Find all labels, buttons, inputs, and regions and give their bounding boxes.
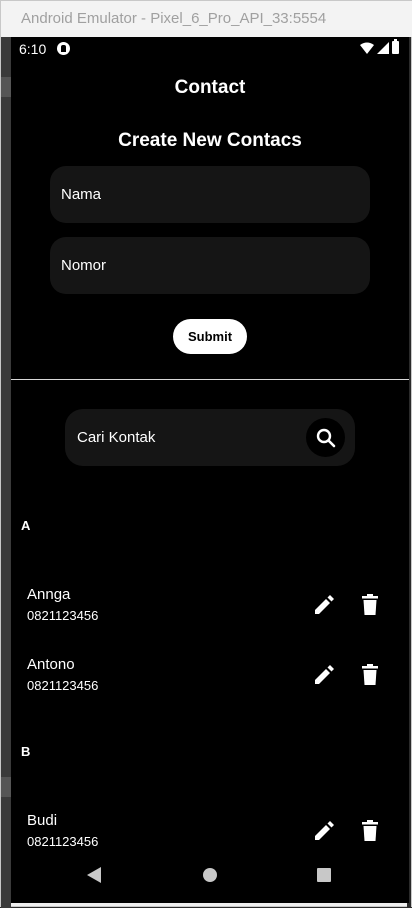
wifi-icon: [360, 42, 374, 54]
left-panel-mark: [1, 777, 11, 797]
trash-icon[interactable]: [361, 664, 379, 686]
contact-name: Budi: [27, 812, 58, 829]
divider: [11, 379, 409, 380]
contact-name: Annga: [27, 586, 71, 603]
search-button[interactable]: [306, 418, 345, 457]
section-header-a: A: [21, 518, 31, 533]
notification-app-icon: [57, 42, 70, 55]
pencil-icon[interactable]: [313, 594, 335, 616]
phone-screen: 6:10 Contact Create New Contacs Nama Nom…: [11, 37, 409, 903]
form-title: Create New Contacs: [118, 130, 302, 151]
signal-icon: [377, 41, 389, 54]
contact-item[interactable]: Antono 0821123456: [27, 656, 387, 700]
contact-name: Antono: [27, 656, 75, 673]
left-panel-mark: [1, 77, 11, 97]
contact-number: 0821123456: [27, 608, 99, 623]
contact-number: 0821123456: [27, 834, 99, 849]
name-input[interactable]: Nama: [50, 166, 370, 223]
app-title: Contact: [174, 77, 246, 98]
emulator-window: Android Emulator - Pixel_6_Pro_API_33:55…: [0, 0, 412, 908]
submit-button[interactable]: Submit: [173, 319, 247, 354]
left-side-panel: [1, 37, 11, 908]
contact-number: 0821123456: [27, 678, 99, 693]
section-header-b: B: [21, 744, 31, 759]
battery-icon: [392, 39, 399, 54]
window-title: Android Emulator - Pixel_6_Pro_API_33:55…: [1, 1, 412, 37]
back-triangle-icon[interactable]: [87, 867, 101, 883]
pencil-icon[interactable]: [313, 664, 335, 686]
status-time: 6:10: [19, 41, 47, 57]
contact-item[interactable]: Budi 0821123456: [27, 812, 387, 856]
search-placeholder: Cari Kontak: [77, 429, 156, 446]
trash-icon[interactable]: [361, 820, 379, 842]
status-icons: [360, 39, 399, 54]
trash-icon[interactable]: [361, 594, 379, 616]
navigation-bar: [11, 857, 409, 897]
search-input[interactable]: Cari Kontak: [65, 409, 355, 466]
number-input[interactable]: Nomor: [50, 237, 370, 294]
pencil-icon[interactable]: [313, 820, 335, 842]
recents-square-icon[interactable]: [317, 868, 331, 882]
status-bar: 6:10: [11, 37, 409, 61]
home-circle-icon[interactable]: [203, 868, 217, 882]
search-icon: [316, 428, 335, 447]
contact-item[interactable]: Annga 0821123456: [27, 586, 387, 630]
